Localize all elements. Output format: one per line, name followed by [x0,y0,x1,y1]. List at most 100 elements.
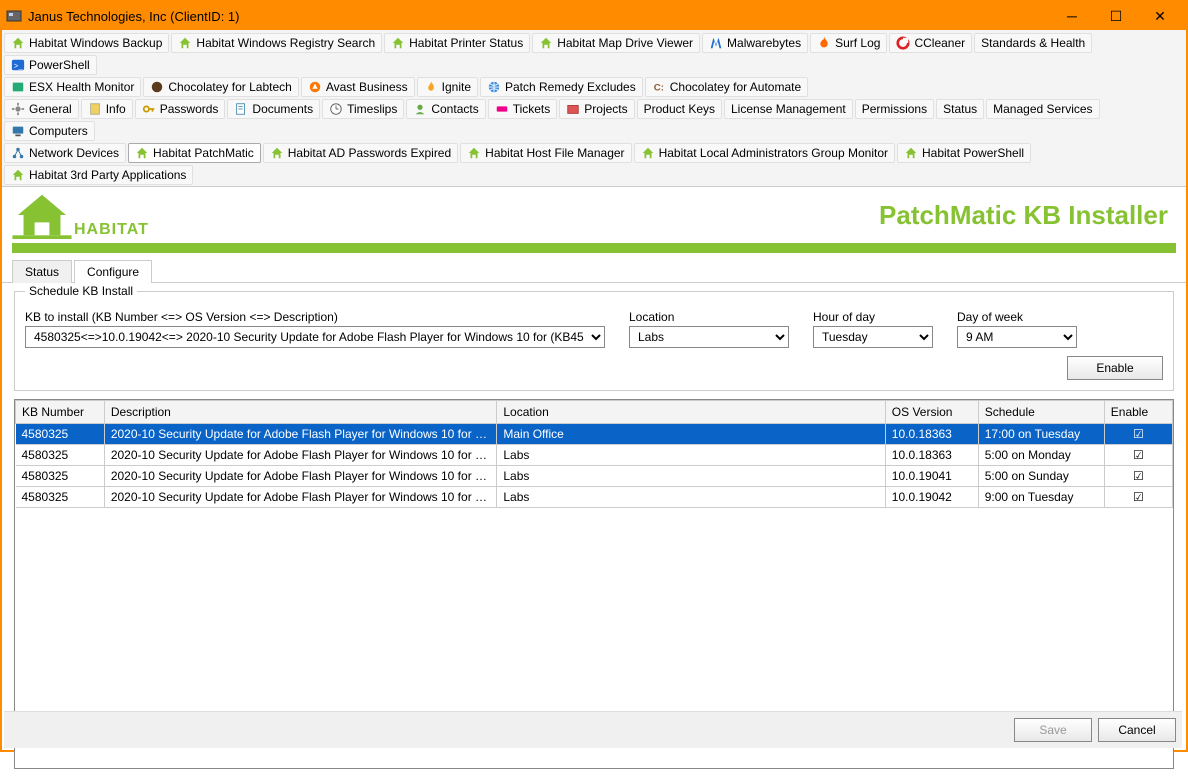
esx-health-monitor[interactable]: ESX Health Monitor [4,77,141,97]
gear-icon [11,102,25,116]
product-keys[interactable]: Product Keys [637,99,722,119]
tab-configure[interactable]: Configure [74,260,152,283]
standards-health[interactable]: Standards & Health [974,33,1092,53]
habitat-host-file-manager[interactable]: Habitat Host File Manager [460,143,631,163]
habitat-map-drive-viewer-label: Habitat Map Drive Viewer [557,36,693,50]
location-select[interactable]: Labs [629,326,789,348]
col-description[interactable]: Description [104,401,497,424]
network-devices[interactable]: Network Devices [4,143,126,163]
close-button[interactable]: ✕ [1138,2,1182,30]
habitat-printer-status[interactable]: Habitat Printer Status [384,33,530,53]
svg-text:C:: C: [653,83,663,94]
esx-icon [11,80,25,94]
maximize-button[interactable]: ☐ [1094,2,1138,30]
minimize-button[interactable]: ─ [1050,2,1094,30]
patch-remedy-excludes[interactable]: Patch Remedy Excludes [480,77,643,97]
save-button[interactable]: Save [1014,718,1092,742]
habitat-local-admins-group-monitor[interactable]: Habitat Local Administrators Group Monit… [634,143,895,163]
table-row[interactable]: 45803252020-10 Security Update for Adobe… [16,445,1173,466]
house-icon [467,146,481,160]
habitat-3rd-party-apps-label: Habitat 3rd Party Applications [29,168,186,182]
subtabs: Status Configure [2,259,1186,283]
mbytes-icon [709,36,723,50]
avast-business[interactable]: Avast Business [301,77,415,97]
managed-services[interactable]: Managed Services [986,99,1099,119]
titlebar: Janus Technologies, Inc (ClientID: 1) ─ … [2,2,1186,30]
tickets[interactable]: Tickets [488,99,558,119]
cell-schedule: 9:00 on Tuesday [978,487,1104,508]
table-row[interactable]: 45803252020-10 Security Update for Adobe… [16,487,1173,508]
cell-location: Labs [497,487,885,508]
avast-icon [308,80,322,94]
kb-to-install-select[interactable]: 4580325<=>10.0.19042<=> 2020-10 Security… [25,326,605,348]
ignite[interactable]: Ignite [417,77,478,97]
patch-remedy-excludes-label: Patch Remedy Excludes [505,80,636,94]
permissions[interactable]: Permissions [855,99,934,119]
habitat-ad-passwords-expired[interactable]: Habitat AD Passwords Expired [263,143,458,163]
contacts[interactable]: Contacts [406,99,485,119]
location-label: Location [629,310,789,324]
enable-checkbox[interactable]: ☑ [1133,469,1144,483]
habitat-powershell[interactable]: Habitat PowerShell [897,143,1031,163]
tickets-label: Tickets [513,102,551,116]
ccleaner-label: CCleaner [914,36,965,50]
globe-icon [487,80,501,94]
cell-os-version: 10.0.19042 [885,487,978,508]
cell-os-version: 10.0.19041 [885,466,978,487]
cancel-button[interactable]: Cancel [1098,718,1176,742]
cell-enable: ☑ [1104,466,1172,487]
choco2-icon: C: [652,80,666,94]
col-schedule[interactable]: Schedule [978,401,1104,424]
cell-description: 2020-10 Security Update for Adobe Flash … [104,445,497,466]
surf-log[interactable]: Surf Log [810,33,887,53]
doc-icon [234,102,248,116]
malwarebytes[interactable]: Malwarebytes [702,33,808,53]
hour-of-day-select[interactable]: Tuesday [813,326,933,348]
info-label: Info [106,102,126,116]
habitat-windows-backup[interactable]: Habitat Windows Backup [4,33,169,53]
avast-business-label: Avast Business [326,80,408,94]
habitat-map-drive-viewer[interactable]: Habitat Map Drive Viewer [532,33,700,53]
day-of-week-label: Day of week [957,310,1077,324]
header: HABITAT PatchMatic KB Installer [2,187,1186,243]
cell-kb-number: 4580325 [16,445,105,466]
info[interactable]: Info [81,99,133,119]
license-management[interactable]: License Management [724,99,853,119]
habitat-patchmatic[interactable]: Habitat PatchMatic [128,143,261,163]
contacts-label: Contacts [431,102,478,116]
col-os-version[interactable]: OS Version [885,401,978,424]
general[interactable]: General [4,99,79,119]
tab-status[interactable]: Status [12,260,72,283]
habitat-3rd-party-apps[interactable]: Habitat 3rd Party Applications [4,165,193,185]
enable-checkbox[interactable]: ☑ [1133,490,1144,504]
cell-schedule: 17:00 on Tuesday [978,424,1104,445]
ccleaner[interactable]: CCleaner [889,33,972,53]
habitat-windows-registry-search[interactable]: Habitat Windows Registry Search [171,33,382,53]
chocolatey-automate[interactable]: C:Chocolatey for Automate [645,77,808,97]
kb-to-install-label: KB to install (KB Number <=> OS Version … [25,310,605,324]
projects[interactable]: Projects [559,99,634,119]
enable-checkbox[interactable]: ☑ [1133,448,1144,462]
passwords-label: Passwords [160,102,219,116]
habitat-patchmatic-label: Habitat PatchMatic [153,146,254,160]
col-location[interactable]: Location [497,401,885,424]
esx-health-monitor-label: ESX Health Monitor [29,80,134,94]
cell-location: Labs [497,445,885,466]
flame-icon [817,36,831,50]
passwords[interactable]: Passwords [135,99,226,119]
status[interactable]: Status [936,99,984,119]
day-of-week-select[interactable]: 9 AM [957,326,1077,348]
enable-button[interactable]: Enable [1067,356,1163,380]
computers[interactable]: Computers [4,121,95,141]
col-enable[interactable]: Enable [1104,401,1172,424]
powershell[interactable]: >_PowerShell [4,55,97,75]
chocolatey-labtech[interactable]: Chocolatey for Labtech [143,77,298,97]
enable-checkbox[interactable]: ☑ [1133,427,1144,441]
svg-text:>_: >_ [14,63,24,72]
timeslips[interactable]: Timeslips [322,99,404,119]
col-kb-number[interactable]: KB Number [16,401,105,424]
table-row[interactable]: 45803252020-10 Security Update for Adobe… [16,424,1173,445]
footer: Save Cancel [4,711,1182,748]
table-row[interactable]: 45803252020-10 Security Update for Adobe… [16,466,1173,487]
documents[interactable]: Documents [227,99,320,119]
